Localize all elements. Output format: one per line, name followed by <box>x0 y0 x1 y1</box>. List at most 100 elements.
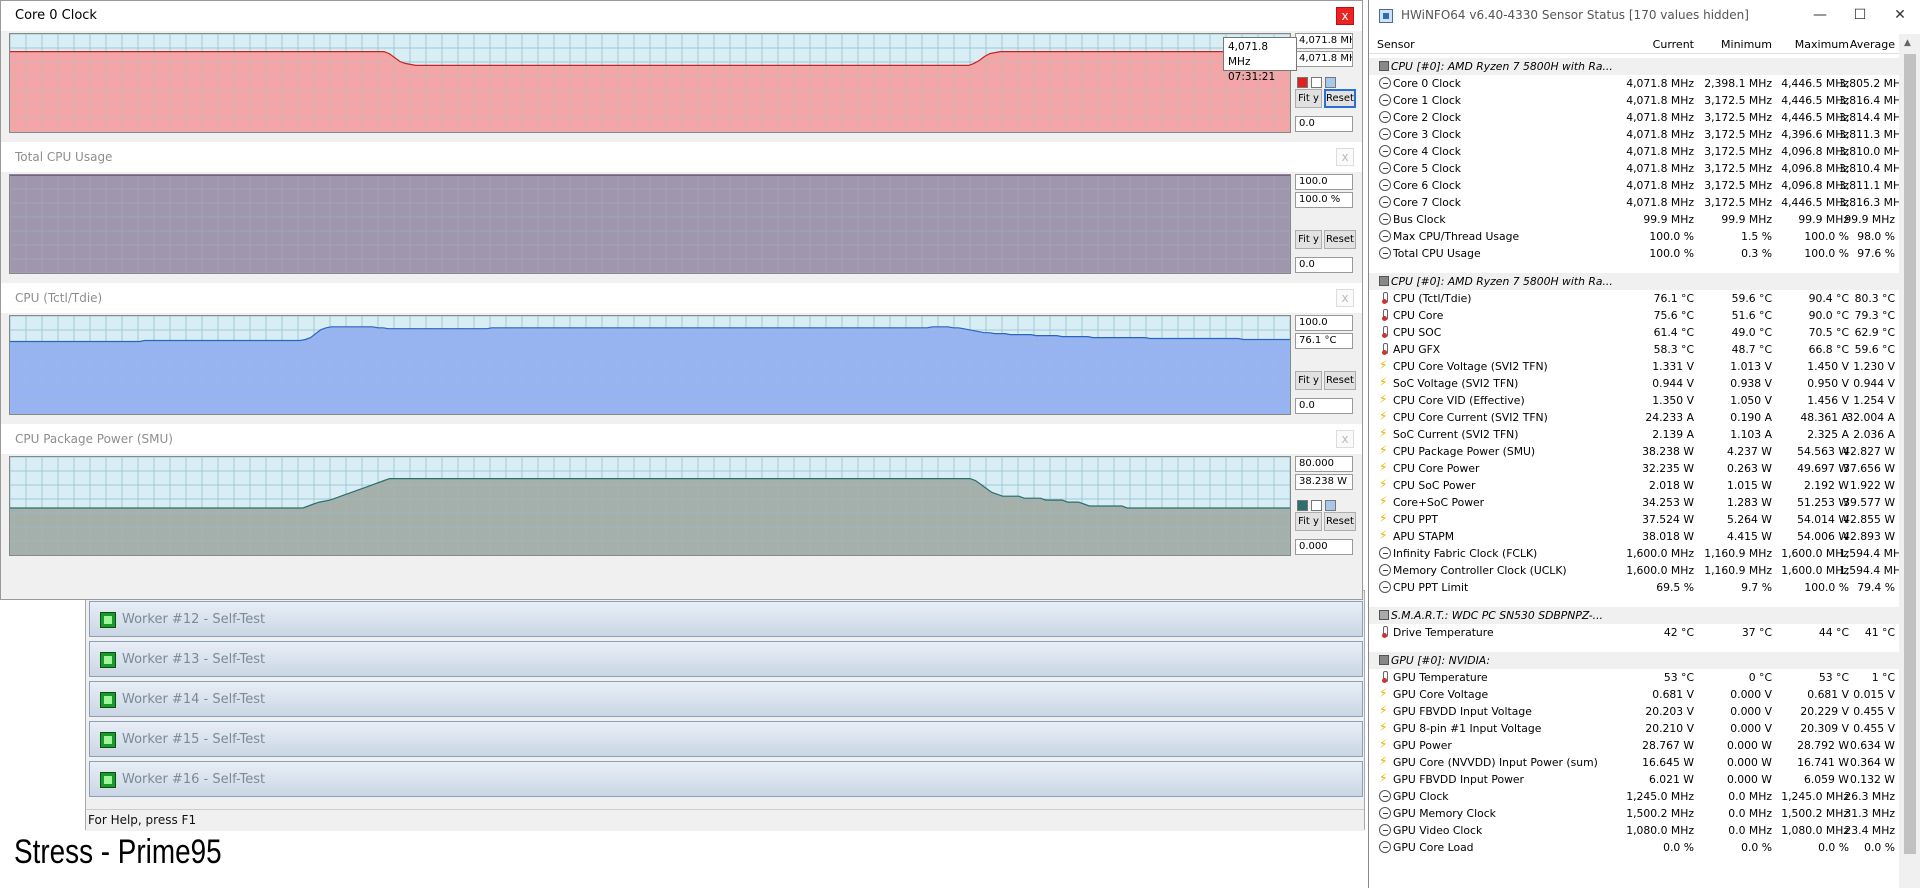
max-value-box[interactable]: 4,071.8 MHz <box>1295 33 1353 49</box>
sensor-row[interactable]: SoC Voltage (SVI2 TFN)0.944 V0.938 V0.95… <box>1369 374 1899 392</box>
sensor-row[interactable]: Max CPU/Thread Usage 100.0 % 1.5 % 100.0 % 9… <box>1369 228 1899 245</box>
fit-y-button[interactable]: Fit y <box>1295 512 1322 531</box>
sensor-row[interactable]: Infinity Fabric Clock (FCLK) 1,600.0 MHz 1… <box>1369 545 1899 562</box>
sensor-row[interactable]: GPU FBVDD Input Power6.021 W0.000 W6.059… <box>1369 770 1899 788</box>
column-header-sensor[interactable]: Sensor <box>1377 38 1415 51</box>
worker-tab[interactable]: Worker #12 - Self-Test <box>89 601 1363 637</box>
minimize-button[interactable]: — <box>1805 4 1835 28</box>
panel-close-button[interactable]: x <box>1336 148 1354 166</box>
fit-y-button[interactable]: Fit y <box>1295 371 1322 390</box>
panel-title[interactable]: CPU Package Power (SMU) <box>1 424 1362 454</box>
sensor-row[interactable]: CPU SOC 61.4 °C 49.0 °C 70.5 °C 62.9 °C <box>1369 324 1899 341</box>
graph-plot[interactable] <box>9 33 1291 133</box>
max-value-box[interactable]: 80.000 <box>1295 456 1353 472</box>
sensor-row[interactable]: GPU Memory Clock 1,500.2 MHz 0.0 MHz 1,500.… <box>1369 805 1899 822</box>
panel-close-button[interactable]: x <box>1336 430 1354 448</box>
sensor-row[interactable]: GPU Core Voltage0.681 V0.000 V0.681 V0.0… <box>1369 685 1899 703</box>
graph-plot[interactable] <box>9 315 1291 415</box>
reset-button[interactable]: Reset <box>1324 371 1356 390</box>
sensor-row[interactable]: CPU PPT Limit 69.5 % 9.7 % 100.0 % 79.4 % <box>1369 579 1899 596</box>
color-swatch-icon[interactable] <box>1297 77 1308 88</box>
vertical-scrollbar[interactable]: ▲ <box>1899 34 1920 888</box>
sensor-group-header[interactable]: CPU [#0]: AMD Ryzen 7 5800H with Ra... <box>1369 58 1899 75</box>
sensor-row[interactable]: CPU (Tctl/Tdie) 76.1 °C 59.6 °C 90.4 °C 80.3… <box>1369 290 1899 307</box>
sensor-group-header[interactable]: S.M.A.R.T.: WDC PC SN530 SDBPNPZ-... <box>1369 607 1899 624</box>
sensor-row[interactable]: Memory Controller Clock (UCLK) 1,600.0 MH… <box>1369 562 1899 579</box>
sensor-row[interactable]: Core+SoC Power34.253 W1.283 W51.253 W39.… <box>1369 493 1899 511</box>
sensor-group-header[interactable]: CPU [#0]: AMD Ryzen 7 5800H with Ra... <box>1369 273 1899 290</box>
sensor-row[interactable]: Core 1 Clock 4,071.8 MHz 3,172.5 MHz 4,446.… <box>1369 92 1899 109</box>
scrollbar-thumb[interactable] <box>1904 54 1916 854</box>
sensor-row[interactable]: GPU Core Load 0.0 % 0.0 % 0.0 % 0.0 % <box>1369 839 1899 856</box>
sensor-row[interactable]: Core 7 Clock 4,071.8 MHz 3,172.5 MHz 4,446.… <box>1369 194 1899 211</box>
close-button[interactable]: ✕ <box>1885 4 1915 28</box>
sensor-row[interactable]: Drive Temperature 42 °C 37 °C 44 °C 41 °C <box>1369 624 1899 641</box>
panel-title[interactable]: Core 0 Clock <box>1 1 1362 31</box>
sensor-name: Core 6 Clock <box>1393 179 1462 192</box>
sensor-group-header[interactable]: GPU [#0]: NVIDIA: <box>1369 652 1899 669</box>
sensor-row[interactable]: GPU Video Clock 1,080.0 MHz 0.0 MHz 1,080.0… <box>1369 822 1899 839</box>
max-value-box[interactable]: 100.0 <box>1295 174 1353 190</box>
panel-close-button[interactable]: x <box>1336 7 1354 25</box>
column-header-minimum[interactable]: Minimum <box>1704 38 1772 51</box>
sensor-row[interactable]: CPU Core VID (Effective) 1.350 V 1.050 V 1.… <box>1369 391 1899 409</box>
sensor-row[interactable]: SoC Current (SVI2 TFN)2.139 A1.103 A2.32… <box>1369 425 1899 443</box>
sensor-row[interactable]: Core 0 Clock 4,071.8 MHz 2,398.1 MHz 4,446.… <box>1369 75 1899 92</box>
sensor-row[interactable]: GPU 8-pin #1 Input Voltage 20.210 V 0.000 … <box>1369 719 1899 737</box>
sensor-row[interactable]: APU STAPM38.018 W4.415 W54.006 W42.893 W <box>1369 527 1899 545</box>
worker-tab[interactable]: Worker #16 - Self-Test <box>89 761 1363 797</box>
panel-close-button[interactable]: x <box>1336 289 1354 307</box>
sensor-row[interactable]: CPU Core Power32.235 W0.263 W49.697 W37.… <box>1369 459 1899 477</box>
sensor-row[interactable]: CPU Package Power (SMU)38.238 W4.237 W54… <box>1369 442 1899 460</box>
graph-plot[interactable] <box>9 456 1291 556</box>
sensor-row[interactable]: CPU SoC Power2.018 W1.015 W2.192 W1.922 … <box>1369 476 1899 494</box>
fit-y-button[interactable]: Fit y <box>1295 89 1322 108</box>
background-swatch-icon[interactable] <box>1325 77 1336 88</box>
reset-button[interactable]: Reset <box>1324 512 1356 531</box>
sensor-row[interactable]: Core 4 Clock 4,071.8 MHz 3,172.5 MHz 4,096.… <box>1369 143 1899 160</box>
fit-y-button[interactable]: Fit y <box>1295 230 1322 249</box>
graph-plot[interactable] <box>9 174 1291 274</box>
sensor-row[interactable]: Core 6 Clock 4,071.8 MHz 3,172.5 MHz 4,096.… <box>1369 177 1899 194</box>
sensor-row[interactable]: Core 5 Clock 4,071.8 MHz 3,172.5 MHz 4,096.… <box>1369 160 1899 177</box>
minimum-value: 0.938 V <box>1730 377 1772 390</box>
minimum-value: 1.050 V <box>1730 394 1772 407</box>
sensor-row[interactable]: GPU Core (NVVDD) Input Power (sum) 16.645… <box>1369 753 1899 771</box>
min-value-box[interactable]: 0.0 <box>1295 398 1353 414</box>
worker-tab[interactable]: Worker #15 - Self-Test <box>89 721 1363 757</box>
sensor-row[interactable]: GPU Clock 1,245.0 MHz 0.0 MHz 1,245.0 MHz 26… <box>1369 788 1899 805</box>
panel-title[interactable]: Total CPU Usage <box>1 142 1362 172</box>
sensor-row[interactable]: CPU Core Current (SVI2 TFN) 24.233 A 0.190… <box>1369 408 1899 426</box>
sensor-row[interactable]: Core 2 Clock 4,071.8 MHz 3,172.5 MHz 4,446.… <box>1369 109 1899 126</box>
worker-tab[interactable]: Worker #13 - Self-Test <box>89 641 1363 677</box>
minimum-value: 0.0 MHz <box>1728 790 1772 803</box>
sensor-row[interactable]: Bus Clock 99.9 MHz 99.9 MHz 99.9 MHz 99.9 MH… <box>1369 211 1899 228</box>
sensor-row[interactable]: Core 3 Clock 4,071.8 MHz 3,172.5 MHz 4,396.… <box>1369 126 1899 143</box>
sensor-row[interactable]: CPU PPT37.524 W5.264 W54.014 W42.855 W <box>1369 510 1899 528</box>
background-swatch-icon[interactable] <box>1325 500 1336 511</box>
transparency-swatch-icon[interactable] <box>1311 77 1322 88</box>
reset-button[interactable]: Reset <box>1324 89 1356 108</box>
scroll-up-icon[interactable]: ▲ <box>1904 38 1911 48</box>
panel-title[interactable]: CPU (Tctl/Tdie) <box>1 283 1362 313</box>
sensor-row[interactable]: GPU FBVDD Input Voltage20.203 V0.000 V20… <box>1369 702 1899 720</box>
min-value-box[interactable]: 0.0 <box>1295 257 1353 273</box>
sensor-row[interactable]: GPU Power28.767 W0.000 W28.792 W0.634 W <box>1369 736 1899 754</box>
reset-button[interactable]: Reset <box>1324 230 1356 249</box>
sensor-row[interactable]: Total CPU Usage 100.0 % 0.3 % 100.0 % 97.6 % <box>1369 245 1899 262</box>
sensor-row[interactable]: GPU Temperature 53 °C 0 °C 53 °C 1 °C <box>1369 669 1899 686</box>
min-value-box[interactable]: 0.000 <box>1295 539 1353 555</box>
column-header-average[interactable]: Average <box>1839 38 1895 51</box>
title-bar[interactable]: HWiNFO64 v6.40-4330 Sensor Status [170 v… <box>1369 0 1920 31</box>
maximize-button[interactable]: ☐ <box>1845 4 1875 28</box>
worker-tab[interactable]: Worker #14 - Self-Test <box>89 681 1363 717</box>
min-value-box[interactable]: 0.0 <box>1295 116 1353 132</box>
color-swatch-icon[interactable] <box>1297 500 1308 511</box>
max-value-box[interactable]: 100.0 <box>1295 315 1353 331</box>
transparency-swatch-icon[interactable] <box>1311 500 1322 511</box>
column-header-current[interactable]: Current <box>1624 38 1694 51</box>
sensor-row[interactable]: CPU Core 75.6 °C 51.6 °C 90.0 °C 79.3 °C <box>1369 307 1899 324</box>
average-value: 0.015 V <box>1853 688 1895 701</box>
sensor-row[interactable]: APU GFX 58.3 °C 48.7 °C 66.8 °C 59.6 °C <box>1369 341 1899 358</box>
sensor-row[interactable]: CPU Core Voltage (SVI2 TFN) 1.331 V 1.013 … <box>1369 357 1899 375</box>
